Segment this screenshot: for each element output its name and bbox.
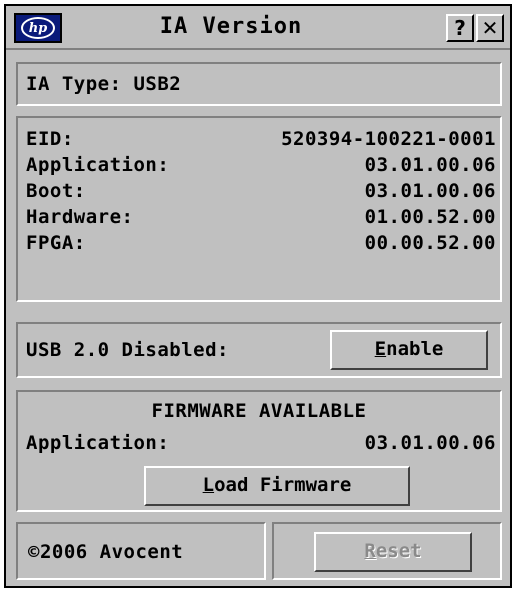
load-firmware-button[interactable]: Load Firmware bbox=[144, 466, 410, 506]
hp-logo-mark: hp bbox=[21, 17, 55, 39]
firmware-application-label: Application: bbox=[26, 432, 170, 454]
eid-value: 520394-100221-0001 bbox=[281, 128, 496, 150]
reset-button[interactable]: Reset bbox=[314, 532, 472, 572]
application-value: 03.01.00.06 bbox=[364, 154, 496, 176]
hardware-value: 01.00.52.00 bbox=[364, 206, 496, 228]
application-label: Application: bbox=[26, 154, 170, 176]
firmware-heading: FIRMWARE AVAILABLE bbox=[151, 400, 367, 422]
firmware-panel: FIRMWARE AVAILABLE Application: 03.01.00… bbox=[16, 390, 502, 512]
enable-accelerator: E bbox=[374, 338, 387, 360]
firmware-application-value: 03.01.00.06 bbox=[364, 432, 496, 454]
load-accelerator: L bbox=[202, 474, 215, 496]
fpga-value: 00.00.52.00 bbox=[364, 232, 496, 254]
copyright-text: ©2006 Avocent bbox=[28, 541, 184, 563]
ia-version-window: hp IA Version ? ✕ IA Type: USB2 EID: 520… bbox=[4, 4, 512, 588]
window-title: IA Version bbox=[159, 14, 303, 39]
copyright-panel: ©2006 Avocent bbox=[16, 522, 266, 580]
versions-panel: EID: 520394-100221-0001 Application: 03.… bbox=[16, 116, 502, 302]
usb-panel: USB 2.0 Disabled: Enable bbox=[16, 322, 502, 378]
fpga-label: FPGA: bbox=[26, 232, 86, 254]
reset-accelerator: R bbox=[364, 540, 376, 562]
ia-type-panel: IA Type: USB2 bbox=[16, 62, 502, 106]
enable-label: nable bbox=[386, 338, 444, 360]
reset-panel: Reset bbox=[272, 522, 502, 580]
eid-label: EID: bbox=[26, 128, 74, 150]
help-button[interactable]: ? bbox=[446, 14, 474, 42]
ia-type-text: IA Type: USB2 bbox=[26, 73, 182, 95]
hp-logo: hp bbox=[14, 13, 62, 43]
boot-value: 03.01.00.06 bbox=[364, 180, 496, 202]
boot-label: Boot: bbox=[26, 180, 86, 202]
enable-button[interactable]: Enable bbox=[330, 330, 488, 370]
load-firmware-label: oad Firmware bbox=[214, 474, 352, 496]
hardware-label: Hardware: bbox=[26, 206, 134, 228]
title-bar: hp IA Version ? ✕ bbox=[6, 6, 510, 50]
close-button[interactable]: ✕ bbox=[476, 14, 504, 42]
reset-label: eset bbox=[375, 540, 422, 562]
usb-status-text: USB 2.0 Disabled: bbox=[26, 339, 229, 361]
